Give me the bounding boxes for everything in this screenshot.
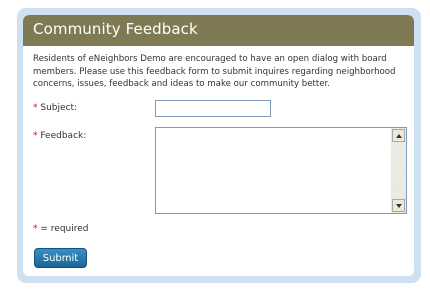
intro-text: Residents of eNeighbors Demo are encoura…	[33, 54, 396, 89]
panel-header: Community Feedback	[23, 15, 414, 46]
arrow-down-icon	[395, 203, 402, 208]
arrow-up-icon	[395, 133, 402, 138]
feedback-scrollbar[interactable]	[391, 128, 406, 213]
subject-label-text: Subject:	[40, 103, 78, 113]
required-marker: *	[33, 131, 38, 141]
subject-label: * Subject:	[33, 103, 77, 113]
scroll-up-button[interactable]	[392, 129, 405, 142]
subject-input[interactable]	[155, 100, 271, 117]
scroll-down-button[interactable]	[392, 199, 405, 212]
required-note-text: = required	[40, 224, 89, 234]
required-note: * = required	[33, 224, 89, 234]
required-marker: *	[33, 103, 38, 113]
feedback-panel: Community Feedback Residents of eNeighbo…	[23, 15, 414, 276]
page-title: Community Feedback	[33, 20, 198, 38]
feedback-label-text: Feedback:	[40, 131, 87, 141]
feedback-label: * Feedback:	[33, 131, 86, 141]
feedback-field	[155, 127, 407, 214]
feedback-textarea[interactable]	[156, 128, 391, 213]
submit-button[interactable]: Submit	[34, 248, 87, 268]
required-marker: *	[33, 224, 38, 234]
